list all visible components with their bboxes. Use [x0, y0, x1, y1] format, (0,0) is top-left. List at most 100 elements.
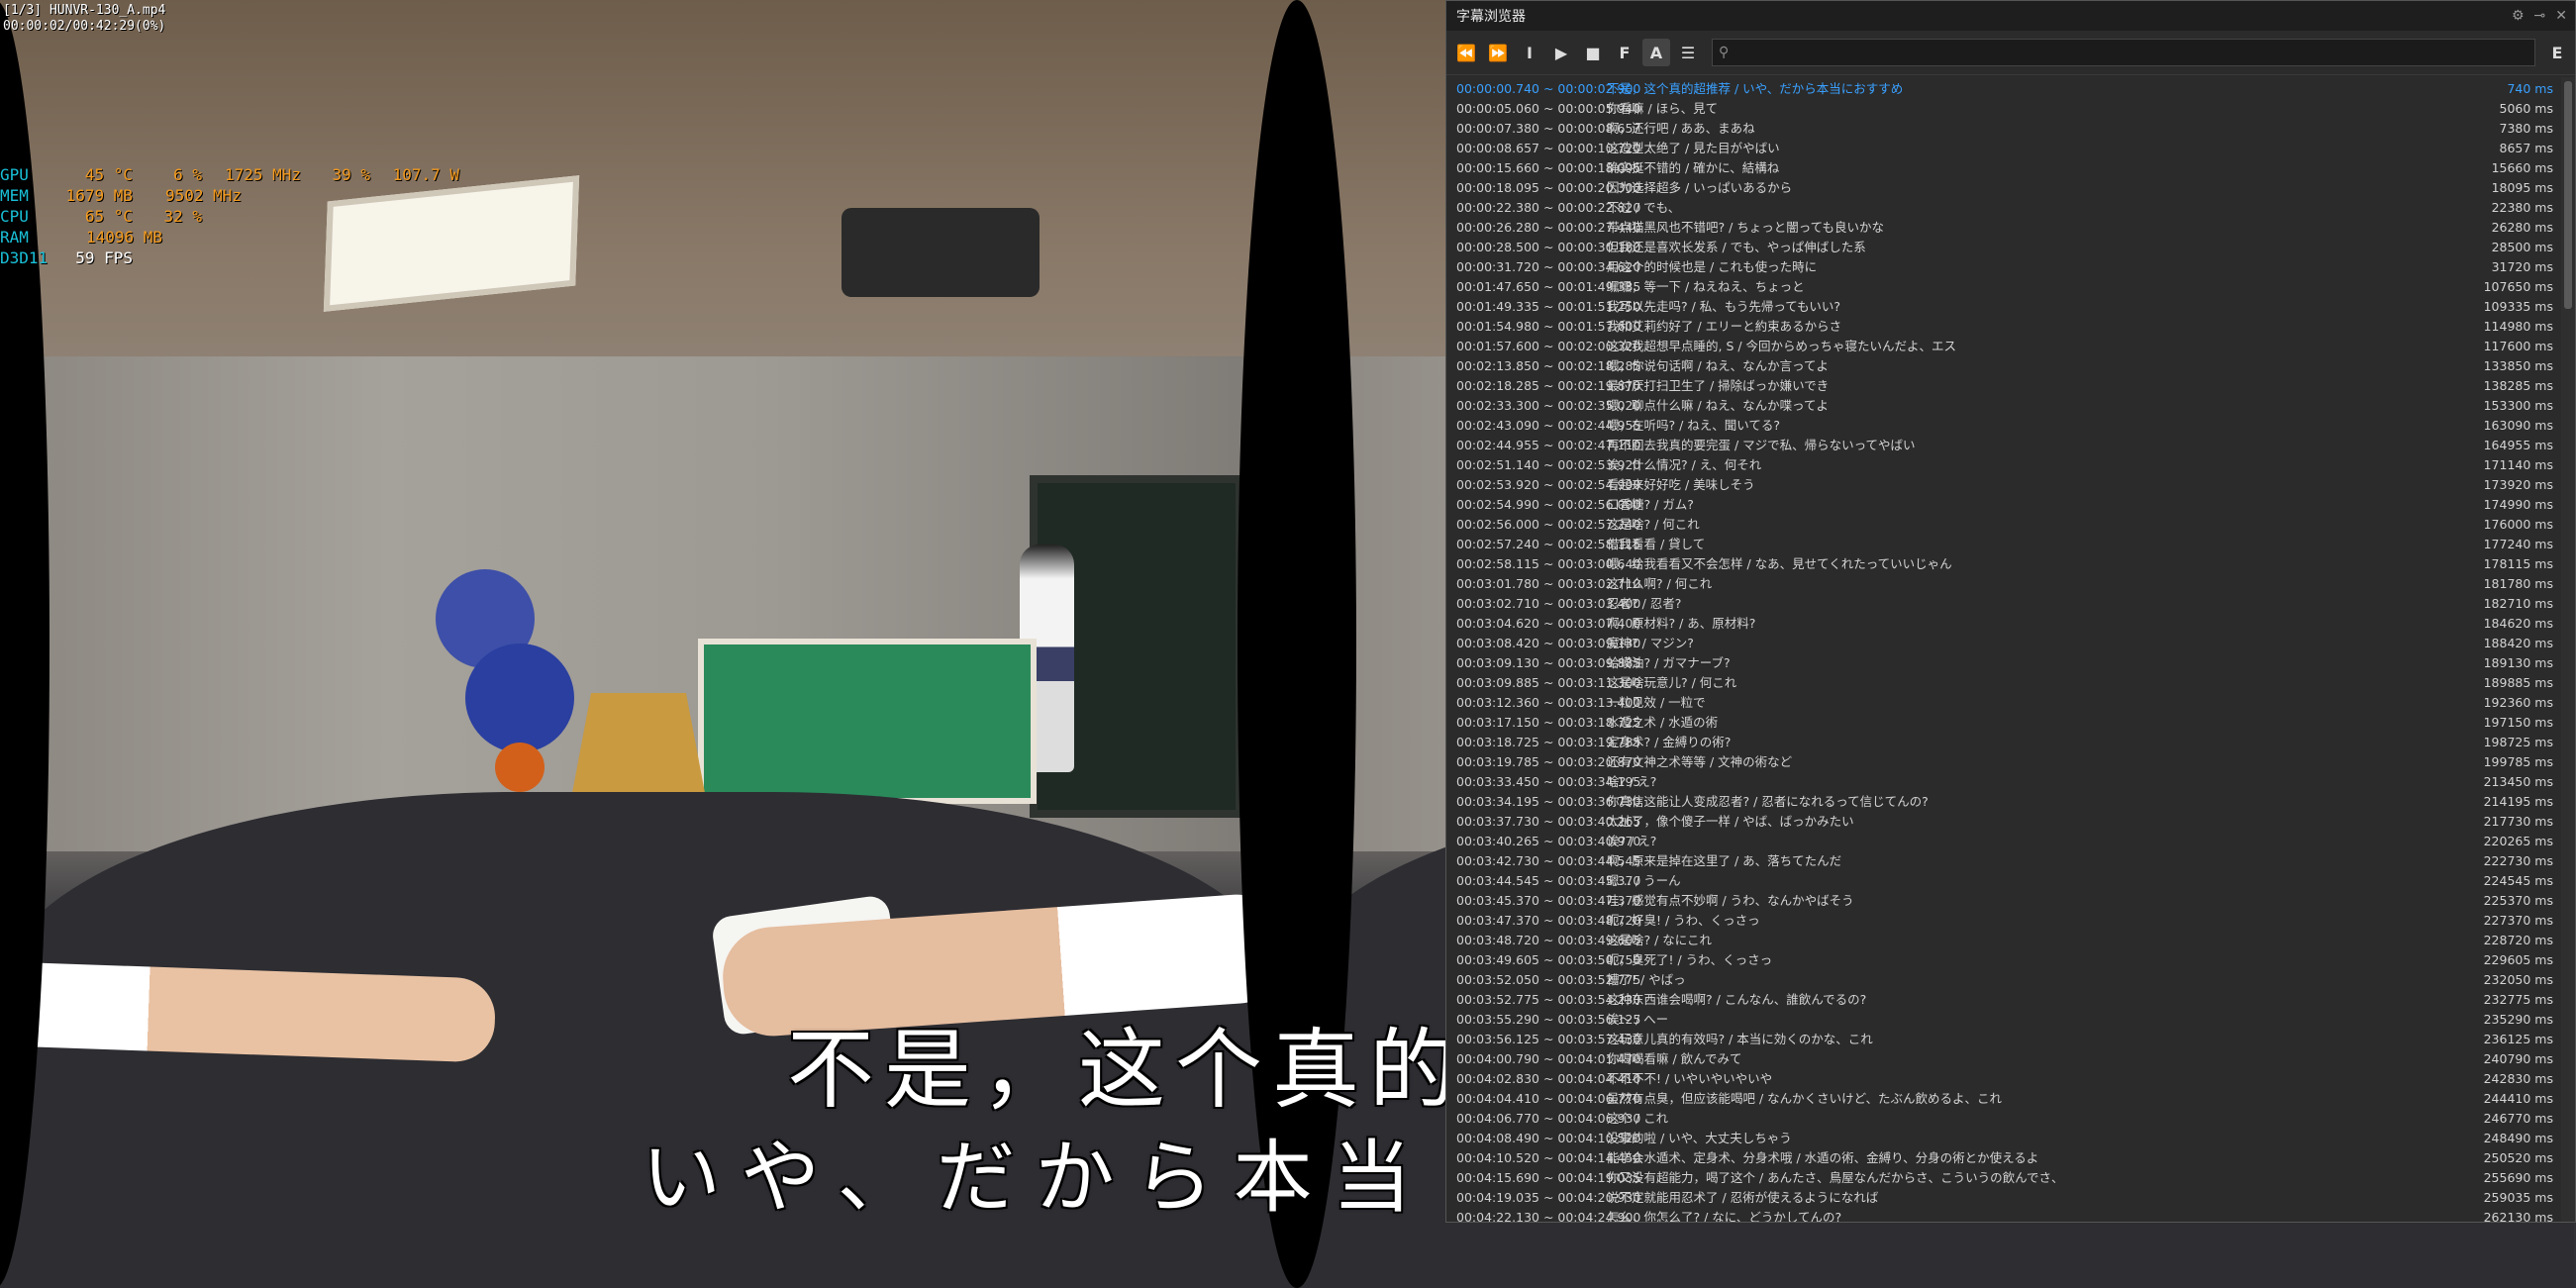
subtitle-time-range: 00:00:26.280 ~ 00:00:27.440	[1456, 220, 1641, 235]
subtitle-text: 这个 / これ	[1607, 1111, 1669, 1126]
subtitle-row[interactable]: 00:03:17.150 ~ 00:03:18.725 水遁之术 / 水遁の術 19…	[1446, 713, 2561, 733]
subtitle-row[interactable]: 00:04:19.035 ~ 00:04:20.930 说不定就能用忍术了 / 忍…	[1446, 1188, 2561, 1208]
subtitle-row[interactable]: 00:03:12.360 ~ 00:03:13.400 一粒见效 / 一粒で 192…	[1446, 693, 2561, 713]
subtitle-chinese: 不是，这个真的	[787, 1019, 1467, 1121]
subtitle-row[interactable]: 00:04:02.830 ~ 00:04:04.410 不不不不! / いやいやい…	[1446, 1069, 2561, 1089]
subtitle-row[interactable]: 00:00:08.657 ~ 00:00:10.720 这造型太绝了 / 見た目が…	[1446, 139, 2561, 158]
subtitle-row[interactable]: 00:00:15.660 ~ 00:00:18.095 确实挺不错的 / 確かに、…	[1446, 158, 2561, 178]
subtitle-row[interactable]: 00:03:02.710 ~ 00:03:03.400 忍者? / 忍者? 1827…	[1446, 594, 2561, 614]
subtitle-row[interactable]: 00:02:43.090 ~ 00:02:44.955 喂，在听吗? / ねえ、聞…	[1446, 416, 2561, 436]
subtitle-row[interactable]: 00:03:44.545 ~ 00:03:45.370 嗯… / うーん 22454…	[1446, 871, 2561, 891]
panel-window-controls: ⚙ ⊸ ✕	[2512, 8, 2567, 24]
search-box[interactable]: ⚲	[1712, 39, 2535, 66]
subtitle-text: 你看嘛 / ほら、見て	[1607, 101, 1719, 116]
close-icon[interactable]: ✕	[2555, 8, 2567, 24]
subtitle-row[interactable]: 00:04:08.490 ~ 00:04:10.520 没事的啦 / いや、大丈夫…	[1446, 1129, 2561, 1148]
gear-icon[interactable]: ⚙	[2512, 8, 2525, 24]
subtitle-ms: 220265 ms	[2483, 834, 2553, 848]
subtitle-row[interactable]: 00:03:52.050 ~ 00:03:52.775 糟了! / やばっ 2320…	[1446, 970, 2561, 990]
subtitle-row[interactable]: 00:04:00.790 ~ 00:04:01.470 你喝喝看嘛 / 飲んでみて…	[1446, 1049, 2561, 1069]
subtitle-row[interactable]: 00:03:33.450 ~ 00:03:34.195 啥? / え? 213450…	[1446, 772, 2561, 792]
subtitle-row[interactable]: 00:00:31.720 ~ 00:00:34.620 用这个的时候也是 / これ…	[1446, 257, 2561, 277]
subtitle-row[interactable]: 00:04:15.690 ~ 00:04:19.035 你又没有超能力，喝了这个 …	[1446, 1168, 2561, 1188]
subtitle-time-range: 00:04:10.520 ~ 00:04:14.450	[1456, 1150, 1641, 1165]
subtitle-row[interactable]: 00:00:05.060 ~ 00:00:05.940 你看嘛 / ほら、見て 50…	[1446, 99, 2561, 119]
subtitle-row[interactable]: 00:04:10.520 ~ 00:04:14.450 能学会水遁术、定身术、分身…	[1446, 1148, 2561, 1168]
subtitle-text: 看起来好好吃 / 美味しそう	[1607, 477, 1755, 492]
subtitle-row[interactable]: 00:02:56.000 ~ 00:02:57.240 这是啥? / 何これ 176…	[1446, 515, 2561, 535]
panel-titlebar[interactable]: 字幕浏览器 ⚙ ⊸ ✕	[1446, 1, 2575, 31]
subtitle-row[interactable]: 00:03:52.775 ~ 00:03:54.230 这种东西谁会喝啊? / こ…	[1446, 990, 2561, 1010]
subtitle-row[interactable]: 00:03:01.780 ~ 00:03:02.710 这什么啊? / 何これ 18…	[1446, 574, 2561, 594]
subtitle-row[interactable]: 00:04:04.410 ~ 00:04:06.770 虽然有点臭，但应该能喝吧 …	[1446, 1089, 2561, 1109]
subtitle-row[interactable]: 00:03:55.290 ~ 00:03:56.125 诶～ / へー 235290…	[1446, 1010, 2561, 1030]
subtitle-row[interactable]: 00:00:00.740 ~ 00:00:02.900 不是，这个真的超推荐 / …	[1446, 79, 2561, 99]
subtitle-row[interactable]: 00:03:09.130 ~ 00:03:09.885 蛤蟆油? / ガマナーブ?…	[1446, 653, 2561, 673]
fast-forward-icon[interactable]: ⏩	[1484, 39, 1512, 66]
subtitle-row[interactable]: 00:03:49.605 ~ 00:03:50.750 呃，臭死了! / うわ、く…	[1446, 950, 2561, 970]
text-cursor-icon[interactable]: I	[1516, 39, 1543, 66]
subtitle-text: 口香糖? / ガム?	[1607, 497, 1694, 512]
subtitle-row[interactable]: 00:03:19.785 ~ 00:03:20.870 还有文神之术等等 / 文神…	[1446, 752, 2561, 772]
subtitle-box-icon[interactable]: ■	[1579, 39, 1607, 66]
subtitle-row[interactable]: 00:02:18.285 ~ 00:02:19.870 最讨厌打扫卫生了 / 掃除…	[1446, 376, 2561, 396]
subtitle-row[interactable]: 00:02:13.850 ~ 00:02:18.285 喂，你说句话啊 / ねえ、…	[1446, 356, 2561, 376]
scrollbar-thumb[interactable]	[2564, 81, 2572, 309]
subtitle-row[interactable]: 00:02:44.955 ~ 00:02:47.110 再不回去我真的要完蛋 / …	[1446, 436, 2561, 455]
subtitle-ms: 22380 ms	[2491, 200, 2553, 215]
subtitle-row[interactable]: 00:04:06.770 ~ 00:04:06.930 这个 / これ 246770…	[1446, 1109, 2561, 1129]
subtitle-row[interactable]: 00:01:54.980 ~ 00:01:57.600 我和艾莉约好了 / エリー…	[1446, 317, 2561, 337]
play-icon[interactable]: ▶	[1547, 39, 1575, 66]
menu-icon[interactable]: ☰	[1674, 39, 1702, 66]
subtitle-row[interactable]: 00:03:40.265 ~ 00:03:40.970 诶? / え? 220265…	[1446, 832, 2561, 851]
subtitle-row[interactable]: 00:02:57.240 ~ 00:02:58.115 借我看看 / 貸して 177…	[1446, 535, 2561, 554]
subtitle-list[interactable]: 00:00:00.740 ~ 00:00:02.900 不是，这个真的超推荐 / …	[1446, 77, 2561, 1222]
subtitle-ms: 192360 ms	[2483, 695, 2553, 710]
subtitle-ms: 228720 ms	[2483, 933, 2553, 947]
subtitle-row[interactable]: 00:03:34.195 ~ 00:03:36.730 你真信这能让人变成忍者? …	[1446, 792, 2561, 812]
subtitle-ms: 26280 ms	[2491, 220, 2553, 235]
pin-icon[interactable]: ⊸	[2534, 8, 2546, 24]
subtitle-ms: 225370 ms	[2483, 893, 2553, 908]
subtitle-row[interactable]: 00:01:49.335 ~ 00:01:51.250 我可以先走吗? / 私、も…	[1446, 297, 2561, 317]
subtitle-row[interactable]: 00:00:07.380 ~ 00:00:08.657 啊，还行吧 / ああ、まあ…	[1446, 119, 2561, 139]
subtitle-row[interactable]: 00:03:37.730 ~ 00:03:40.265 太扯了，像个傻子一样 / …	[1446, 812, 2561, 832]
scrollbar[interactable]	[2561, 77, 2575, 1222]
subtitle-row[interactable]: 00:02:58.115 ~ 00:03:00.640 喂，给我看看又不会怎样 /…	[1446, 554, 2561, 574]
subtitle-row[interactable]: 00:03:18.725 ~ 00:03:19.785 定身术? / 金縛りの術?…	[1446, 733, 2561, 752]
font-icon[interactable]: F	[1611, 39, 1638, 66]
subtitle-row[interactable]: 00:02:51.140 ~ 00:02:53.920 诶，什么情况? / え、何…	[1446, 455, 2561, 475]
subtitle-row[interactable]: 00:01:47.650 ~ 00:01:49.335 嘿嘿，等一下 / ねえねえ…	[1446, 277, 2561, 297]
subtitle-time-range: 00:02:57.240 ~ 00:02:58.115	[1456, 537, 1641, 551]
subtitle-ms: 107650 ms	[2483, 279, 2553, 294]
subtitle-row[interactable]: 00:03:42.730 ~ 00:03:44.545 啊，原来是掉在这里了 / …	[1446, 851, 2561, 871]
subtitle-row[interactable]: 00:03:04.620 ~ 00:03:07.400 啊，原材料? / あ、原材…	[1446, 614, 2561, 634]
subtitle-row[interactable]: 00:03:56.125 ~ 00:03:57.430 这玩意儿真的有效吗? / …	[1446, 1030, 2561, 1049]
subtitle-row[interactable]: 00:02:54.990 ~ 00:02:56.000 口香糖? / ガム? 174…	[1446, 495, 2561, 515]
subtitle-row[interactable]: 00:01:57.600 ~ 00:02:00.320 这次我超想早点睡的, S …	[1446, 337, 2561, 356]
subtitle-row[interactable]: 00:00:26.280 ~ 00:00:27.440 带点猫黑风也不错吧? / …	[1446, 218, 2561, 238]
subtitle-row[interactable]: 00:02:33.300 ~ 00:02:35.020 喂，聊点什么嘛 / ねえ、…	[1446, 396, 2561, 416]
subtitle-time-range: 00:03:44.545 ~ 00:03:45.370	[1456, 873, 1641, 888]
subtitle-row[interactable]: 00:03:47.370 ~ 00:03:48.720 呃，好臭! / うわ、くっ…	[1446, 911, 2561, 931]
subtitle-row[interactable]: 00:03:45.370 ~ 00:03:47.370 哇，感觉有点不妙啊 / う…	[1446, 891, 2561, 911]
subtitle-row[interactable]: 00:00:18.095 ~ 00:00:20.300 因为选择超多 / いっぱい…	[1446, 178, 2561, 198]
subtitle-ms: 189130 ms	[2483, 655, 2553, 670]
subtitle-text: 再不回去我真的要完蛋 / マジで私、帰らないってやばい	[1607, 438, 1916, 452]
subtitle-row[interactable]: 00:03:09.885 ~ 00:03:11.300 这是啥玩意儿? / 何これ…	[1446, 673, 2561, 693]
search-input[interactable]	[1734, 44, 2528, 61]
subtitle-time-range: 00:02:13.850 ~ 00:02:18.285	[1456, 358, 1641, 373]
subtitle-row[interactable]: 00:00:22.380 ~ 00:00:22.820 不过 / でも、 22380…	[1446, 198, 2561, 218]
e-button[interactable]: E	[2545, 44, 2569, 62]
rewind-icon[interactable]: ⏪	[1452, 39, 1480, 66]
subtitle-row[interactable]: 00:03:48.720 ~ 00:03:49.605 这是啥? / なにこれ 22…	[1446, 931, 2561, 950]
hw-mem-row: MEM 1679 MB 9502 MHz	[0, 185, 459, 206]
subtitle-time-range: 00:03:52.050 ~ 00:03:52.775	[1456, 972, 1641, 987]
subtitle-row[interactable]: 00:04:22.130 ~ 00:04:24.900 怎么，你怎么了? / なに…	[1446, 1208, 2561, 1222]
hw-fps-row: D3D11 59 FPS	[0, 248, 459, 268]
hw-ram-row: RAM 14096 MB	[0, 227, 459, 248]
letter-a-icon[interactable]: A	[1642, 39, 1670, 66]
subtitle-row[interactable]: 00:00:28.500 ~ 00:00:30.180 但我还是喜欢长发系 / で…	[1446, 238, 2561, 257]
subtitle-row[interactable]: 00:03:08.420 ~ 00:03:09.130 魔神? / マジン? 188…	[1446, 634, 2561, 653]
subtitle-row[interactable]: 00:02:53.920 ~ 00:02:54.990 看起来好好吃 / 美味しそ…	[1446, 475, 2561, 495]
